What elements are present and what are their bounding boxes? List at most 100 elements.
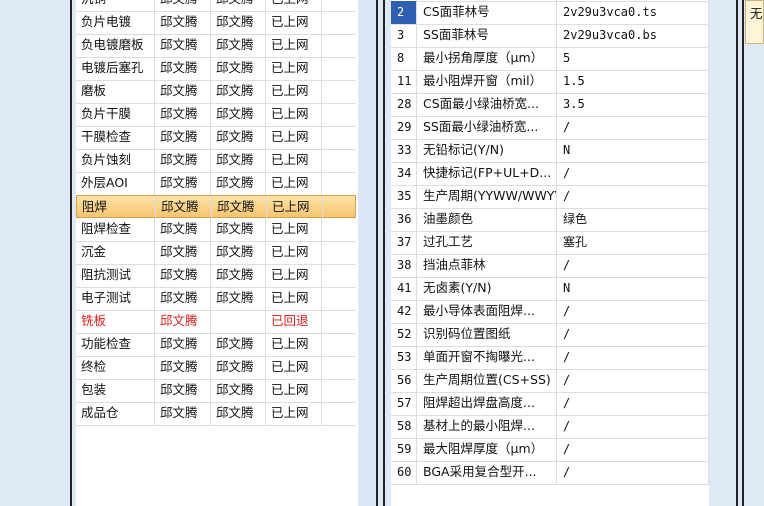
parameter-row[interactable]: 33 无铅标记(Y/N) N	[391, 139, 709, 163]
parameter-row[interactable]: 52 识别码位置图纸 /	[391, 323, 709, 347]
process-reviewer-cell: 邱文腾	[211, 11, 266, 34]
process-row[interactable]: 铣板 邱文腾 已回退	[76, 310, 356, 334]
parameter-value-cell[interactable]: 塞孔	[557, 231, 709, 254]
parameter-id-cell: 38	[391, 254, 417, 277]
process-row[interactable]: 负片干膜 邱文腾 邱文腾 已上网	[76, 103, 356, 127]
parameter-value-cell[interactable]: 2v29u3vca0.bs	[557, 24, 709, 47]
process-row[interactable]: 功能检查 邱文腾 邱文腾 已上网	[76, 333, 356, 357]
parameter-value-cell[interactable]: 绿色	[557, 208, 709, 231]
process-step-cell: 包装	[76, 379, 155, 402]
parameter-id-cell: 41	[391, 277, 417, 300]
parameter-value-cell[interactable]: /	[557, 254, 709, 277]
parameter-value-cell[interactable]: /	[557, 162, 709, 185]
process-row[interactable]: 包装 邱文腾 邱文腾 已上网	[76, 379, 356, 403]
process-row[interactable]: 阻焊检查 邱文腾 邱文腾 已上网	[76, 218, 356, 242]
parameter-row[interactable]: 8 最小拐角厚度（μm） 5	[391, 47, 709, 71]
parameter-row[interactable]: 36 油墨颜色 绿色	[391, 208, 709, 232]
process-row[interactable]: 阻抗测试 邱文腾 邱文腾 已上网	[76, 264, 356, 288]
parameter-value-cell[interactable]: N	[557, 277, 709, 300]
process-row[interactable]: 阻焊 邱文腾 邱文腾 已上网	[76, 195, 356, 219]
side-panel[interactable]: 无	[745, 0, 764, 44]
process-row[interactable]: 干膜检查 邱文腾 邱文腾 已上网	[76, 126, 356, 150]
parameter-value-cell[interactable]: /	[557, 369, 709, 392]
parameter-row[interactable]: 37 过孔工艺 塞孔	[391, 231, 709, 255]
parameter-param-cell: CS面最小绿油桥宽...	[417, 93, 557, 116]
parameter-row[interactable]: 60 BGA采用复合型开... /	[391, 461, 709, 485]
parameter-row[interactable]: 38 挡油点菲林 /	[391, 254, 709, 278]
process-step-cell: 阻抗测试	[76, 264, 155, 287]
parameter-row[interactable]: 11 最小阻焊开窗（mil） 1.5	[391, 70, 709, 94]
parameter-value-cell[interactable]: /	[557, 415, 709, 438]
process-row[interactable]: 外层AOI 邱文腾 邱文腾 已上网	[76, 172, 356, 196]
parameter-value-cell[interactable]: /	[557, 392, 709, 415]
process-step-cell: 磨板	[76, 80, 155, 103]
parameter-param-cell: 过孔工艺	[417, 231, 557, 254]
process-steps-grid[interactable]: 沉铜邱文腾邱文腾已上网负片电镀邱文腾邱文腾已上网负电镀磨板邱文腾邱文腾已上网电镀…	[76, 0, 358, 506]
process-reviewer-cell	[211, 310, 266, 333]
parameter-param-cell: 无铅标记(Y/N)	[417, 139, 557, 162]
parameter-row[interactable]: 29 SS面最小绿油桥宽... /	[391, 116, 709, 140]
parameter-row[interactable]: 42 最小导体表面阻焊... /	[391, 300, 709, 324]
parameter-value-cell[interactable]: 3.5	[557, 93, 709, 116]
parameter-row[interactable]: 3 SS面菲林号 2v29u3vca0.bs	[391, 24, 709, 48]
process-step-cell: 外层AOI	[76, 172, 155, 195]
process-row[interactable]: 负片电镀 邱文腾 邱文腾 已上网	[76, 11, 356, 35]
parameter-param-cell: BGA采用复合型开...	[417, 461, 557, 484]
parameter-row[interactable]: 2 CS面菲林号 2v29u3vca0.ts	[391, 1, 709, 25]
process-row[interactable]: 磨板 邱文腾 邱文腾 已上网	[76, 80, 356, 104]
parameter-row[interactable]: 53 单面开窗不掏曝光... /	[391, 346, 709, 370]
process-status-cell: 已上网	[266, 103, 322, 126]
parameter-param-cell: SS面菲林号	[417, 24, 557, 47]
splitter-border-right	[383, 0, 385, 506]
process-step-cell: 干膜检查	[76, 126, 155, 149]
parameter-row[interactable]: 58 基材上的最小阻焊... /	[391, 415, 709, 439]
parameter-row[interactable]: 41 无卤素(Y/N) N	[391, 277, 709, 301]
parameter-row[interactable]: 59 最大阻焊厚度（μm） /	[391, 438, 709, 462]
parameter-row[interactable]: 35 生产周期(YYWW/WWYY) /	[391, 185, 709, 209]
parameter-id-cell: 2	[391, 1, 417, 24]
parameter-value-cell[interactable]: 2v29u3vca0.ts	[557, 1, 709, 24]
parameter-value-cell[interactable]: 5	[557, 47, 709, 70]
process-row[interactable]: 负电镀磨板 邱文腾 邱文腾 已上网	[76, 34, 356, 58]
parameter-value-cell[interactable]: 1.5	[557, 70, 709, 93]
process-reviewer-cell: 邱文腾	[211, 356, 266, 379]
parameters-grid[interactable]: 2 CS面菲林号 2v29u3vca0.ts 3 SS面菲林号 2v29u3vca0.bs…	[391, 0, 709, 506]
parameter-row[interactable]: 28 CS面最小绿油桥宽... 3.5	[391, 93, 709, 117]
process-status-cell: 已上网	[266, 57, 322, 80]
parameter-value-cell[interactable]: /	[557, 323, 709, 346]
process-step-cell: 沉铜	[76, 0, 155, 11]
parameter-value-cell[interactable]: /	[557, 438, 709, 461]
parameter-value-cell[interactable]: /	[557, 185, 709, 208]
process-step-cell: 负片干膜	[76, 103, 155, 126]
process-reviewer-cell: 邱文腾	[212, 196, 267, 219]
process-row[interactable]: 成品仓 邱文腾 邱文腾 已上网	[76, 402, 356, 426]
process-reviewer-cell: 邱文腾	[211, 0, 266, 11]
parameter-param-cell: 单面开窗不掏曝光...	[417, 346, 557, 369]
parameter-row[interactable]: 57 阻焊超出焊盘高度... /	[391, 392, 709, 416]
process-status-cell: 已上网	[266, 126, 322, 149]
process-reviewer-cell: 邱文腾	[211, 34, 266, 57]
process-reviewer-cell: 邱文腾	[211, 241, 266, 264]
parameter-row[interactable]: 56 生产周期位置(CS+SS) /	[391, 369, 709, 393]
process-status-cell: 已上网	[266, 11, 322, 34]
process-row[interactable]: 电子测试 邱文腾 邱文腾 已上网	[76, 287, 356, 311]
process-worker-cell: 邱文腾	[155, 287, 211, 310]
process-row[interactable]: 负片蚀刻 邱文腾 邱文腾 已上网	[76, 149, 356, 173]
right-frame-border-outer	[742, 0, 744, 506]
process-row[interactable]: 终检 邱文腾 邱文腾 已上网	[76, 356, 356, 380]
parameter-value-cell[interactable]: /	[557, 300, 709, 323]
parameter-row[interactable]: 34 快捷标记(FP+UL+D... /	[391, 162, 709, 186]
splitter-gap[interactable]	[358, 0, 376, 506]
process-status-cell: 已上网	[266, 333, 322, 356]
parameter-id-cell: 57	[391, 392, 417, 415]
parameter-id-cell: 29	[391, 116, 417, 139]
process-row[interactable]: 沉金 邱文腾 邱文腾 已上网	[76, 241, 356, 265]
process-status-cell: 已回退	[266, 310, 322, 333]
process-worker-cell: 邱文腾	[155, 126, 211, 149]
parameter-value-cell[interactable]: /	[557, 116, 709, 139]
parameter-value-cell[interactable]: /	[557, 461, 709, 484]
process-row[interactable]: 电镀后塞孔 邱文腾 邱文腾 已上网	[76, 57, 356, 81]
parameter-value-cell[interactable]: N	[557, 139, 709, 162]
parameter-value-cell[interactable]: /	[557, 346, 709, 369]
parameter-param-cell: 最大阻焊厚度（μm）	[417, 438, 557, 461]
